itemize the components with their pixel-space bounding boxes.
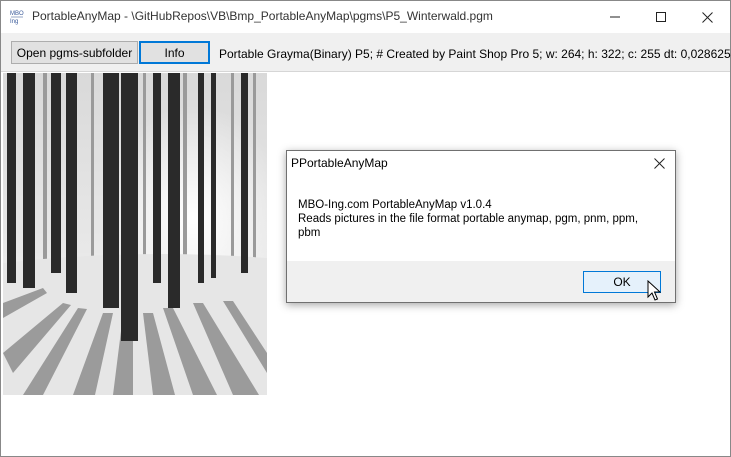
open-pgms-subfolder-button[interactable]: Open pgms-subfolder	[11, 41, 138, 64]
grayscale-winter-forest-image	[3, 73, 267, 395]
window-title: PortableAnyMap - \GitHubRepos\VB\Bmp_Por…	[32, 9, 493, 23]
maximize-button[interactable]	[638, 1, 684, 33]
dialog-message-line2: Reads pictures in the file format portab…	[298, 213, 639, 225]
main-window: MBO Ing PortableAnyMap - \GitHubRepos\VB…	[0, 0, 731, 457]
info-button[interactable]: Info	[139, 41, 210, 64]
mouse-pointer-icon	[647, 280, 661, 301]
minimize-icon	[610, 16, 620, 18]
svg-text:MBO: MBO	[10, 11, 24, 17]
dialog-title: PPortableAnyMap	[291, 156, 388, 170]
file-info-label: Portable Grayma(Binary) P5; # Created by…	[219, 47, 731, 61]
minimize-button[interactable]	[592, 1, 638, 33]
info-dialog: PPortableAnyMap MBO-Ing.com PortableAnyM…	[286, 150, 676, 303]
dialog-message-line1: MBO-Ing.com PortableAnyMap v1.0.4	[298, 199, 492, 211]
dialog-message-line3: pbm	[298, 227, 321, 239]
image-canvas	[3, 73, 267, 395]
title-bar[interactable]: MBO Ing PortableAnyMap - \GitHubRepos\VB…	[1, 1, 730, 33]
maximize-icon	[656, 12, 666, 22]
toolbar: Open pgms-subfolder Info Portable Grayma…	[1, 33, 731, 72]
app-logo-icon: MBO Ing	[9, 8, 25, 26]
svg-text:Ing: Ing	[10, 19, 18, 25]
dialog-close-button[interactable]	[643, 151, 675, 175]
dialog-footer: OK	[287, 261, 675, 302]
close-button[interactable]	[684, 1, 730, 33]
close-icon	[701, 11, 713, 23]
close-icon	[653, 157, 665, 169]
